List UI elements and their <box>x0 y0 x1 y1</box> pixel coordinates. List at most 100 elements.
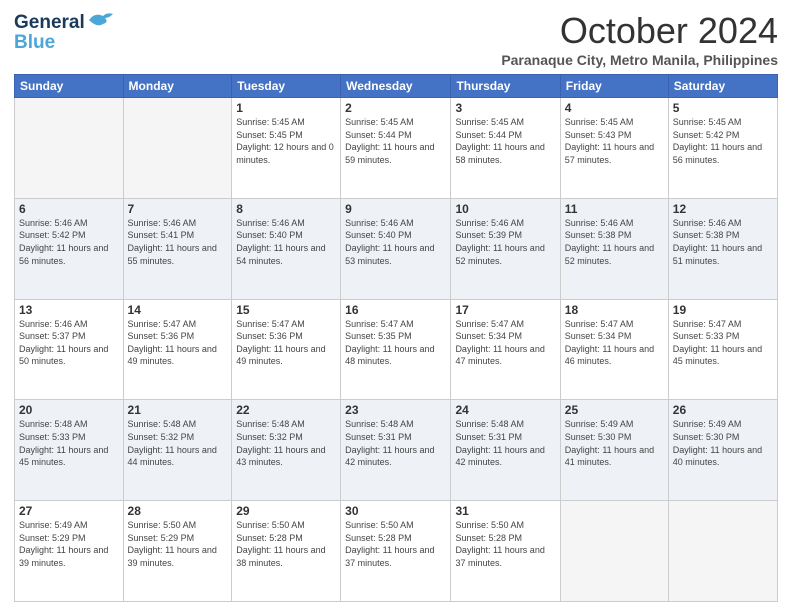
day-number: 27 <box>19 504 119 518</box>
calendar-cell: 16Sunrise: 5:47 AM Sunset: 5:35 PM Dayli… <box>341 299 451 400</box>
calendar-cell <box>560 501 668 602</box>
day-info: Sunrise: 5:50 AM Sunset: 5:28 PM Dayligh… <box>455 519 555 569</box>
day-info: Sunrise: 5:46 AM Sunset: 5:41 PM Dayligh… <box>128 217 228 267</box>
day-info: Sunrise: 5:47 AM Sunset: 5:34 PM Dayligh… <box>565 318 664 368</box>
calendar-cell: 26Sunrise: 5:49 AM Sunset: 5:30 PM Dayli… <box>668 400 777 501</box>
day-header-wednesday: Wednesday <box>341 75 451 98</box>
day-info: Sunrise: 5:46 AM Sunset: 5:38 PM Dayligh… <box>565 217 664 267</box>
calendar-week-row: 27Sunrise: 5:49 AM Sunset: 5:29 PM Dayli… <box>15 501 778 602</box>
calendar-week-row: 20Sunrise: 5:48 AM Sunset: 5:33 PM Dayli… <box>15 400 778 501</box>
calendar-cell: 8Sunrise: 5:46 AM Sunset: 5:40 PM Daylig… <box>232 198 341 299</box>
day-number: 16 <box>345 303 446 317</box>
calendar-week-row: 6Sunrise: 5:46 AM Sunset: 5:42 PM Daylig… <box>15 198 778 299</box>
calendar-cell: 30Sunrise: 5:50 AM Sunset: 5:28 PM Dayli… <box>341 501 451 602</box>
calendar-cell: 1Sunrise: 5:45 AM Sunset: 5:45 PM Daylig… <box>232 98 341 199</box>
day-info: Sunrise: 5:50 AM Sunset: 5:28 PM Dayligh… <box>236 519 336 569</box>
calendar-cell: 17Sunrise: 5:47 AM Sunset: 5:34 PM Dayli… <box>451 299 560 400</box>
day-header-thursday: Thursday <box>451 75 560 98</box>
calendar-cell <box>668 501 777 602</box>
page: General Blue October 2024 Paranaque City… <box>0 0 792 612</box>
header: General Blue October 2024 Paranaque City… <box>14 10 778 68</box>
calendar-cell: 20Sunrise: 5:48 AM Sunset: 5:33 PM Dayli… <box>15 400 124 501</box>
calendar-cell: 13Sunrise: 5:46 AM Sunset: 5:37 PM Dayli… <box>15 299 124 400</box>
day-header-sunday: Sunday <box>15 75 124 98</box>
day-info: Sunrise: 5:47 AM Sunset: 5:34 PM Dayligh… <box>455 318 555 368</box>
day-header-saturday: Saturday <box>668 75 777 98</box>
calendar-week-row: 13Sunrise: 5:46 AM Sunset: 5:37 PM Dayli… <box>15 299 778 400</box>
calendar-cell: 21Sunrise: 5:48 AM Sunset: 5:32 PM Dayli… <box>123 400 232 501</box>
calendar-cell: 5Sunrise: 5:45 AM Sunset: 5:42 PM Daylig… <box>668 98 777 199</box>
day-number: 24 <box>455 403 555 417</box>
day-info: Sunrise: 5:49 AM Sunset: 5:30 PM Dayligh… <box>565 418 664 468</box>
calendar-cell: 23Sunrise: 5:48 AM Sunset: 5:31 PM Dayli… <box>341 400 451 501</box>
day-info: Sunrise: 5:47 AM Sunset: 5:36 PM Dayligh… <box>128 318 228 368</box>
calendar-cell: 9Sunrise: 5:46 AM Sunset: 5:40 PM Daylig… <box>341 198 451 299</box>
calendar-cell: 28Sunrise: 5:50 AM Sunset: 5:29 PM Dayli… <box>123 501 232 602</box>
day-number: 13 <box>19 303 119 317</box>
day-number: 9 <box>345 202 446 216</box>
calendar-cell <box>15 98 124 199</box>
calendar-cell: 11Sunrise: 5:46 AM Sunset: 5:38 PM Dayli… <box>560 198 668 299</box>
calendar-cell: 12Sunrise: 5:46 AM Sunset: 5:38 PM Dayli… <box>668 198 777 299</box>
day-number: 12 <box>673 202 773 216</box>
day-number: 2 <box>345 101 446 115</box>
day-info: Sunrise: 5:49 AM Sunset: 5:30 PM Dayligh… <box>673 418 773 468</box>
calendar-cell: 25Sunrise: 5:49 AM Sunset: 5:30 PM Dayli… <box>560 400 668 501</box>
day-number: 19 <box>673 303 773 317</box>
day-info: Sunrise: 5:47 AM Sunset: 5:36 PM Dayligh… <box>236 318 336 368</box>
day-number: 31 <box>455 504 555 518</box>
logo: General Blue <box>14 10 115 54</box>
day-info: Sunrise: 5:45 AM Sunset: 5:42 PM Dayligh… <box>673 116 773 166</box>
calendar-cell: 7Sunrise: 5:46 AM Sunset: 5:41 PM Daylig… <box>123 198 232 299</box>
day-number: 22 <box>236 403 336 417</box>
day-number: 6 <box>19 202 119 216</box>
day-info: Sunrise: 5:46 AM Sunset: 5:37 PM Dayligh… <box>19 318 119 368</box>
day-info: Sunrise: 5:45 AM Sunset: 5:44 PM Dayligh… <box>345 116 446 166</box>
day-info: Sunrise: 5:45 AM Sunset: 5:43 PM Dayligh… <box>565 116 664 166</box>
calendar-week-row: 1Sunrise: 5:45 AM Sunset: 5:45 PM Daylig… <box>15 98 778 199</box>
day-info: Sunrise: 5:46 AM Sunset: 5:42 PM Dayligh… <box>19 217 119 267</box>
day-number: 8 <box>236 202 336 216</box>
day-info: Sunrise: 5:47 AM Sunset: 5:35 PM Dayligh… <box>345 318 446 368</box>
day-info: Sunrise: 5:46 AM Sunset: 5:38 PM Dayligh… <box>673 217 773 267</box>
day-info: Sunrise: 5:48 AM Sunset: 5:31 PM Dayligh… <box>345 418 446 468</box>
day-number: 14 <box>128 303 228 317</box>
day-number: 1 <box>236 101 336 115</box>
day-info: Sunrise: 5:48 AM Sunset: 5:33 PM Dayligh… <box>19 418 119 468</box>
day-number: 20 <box>19 403 119 417</box>
day-number: 18 <box>565 303 664 317</box>
day-header-monday: Monday <box>123 75 232 98</box>
calendar-cell: 31Sunrise: 5:50 AM Sunset: 5:28 PM Dayli… <box>451 501 560 602</box>
day-info: Sunrise: 5:45 AM Sunset: 5:44 PM Dayligh… <box>455 116 555 166</box>
calendar-cell: 19Sunrise: 5:47 AM Sunset: 5:33 PM Dayli… <box>668 299 777 400</box>
title-block: October 2024 Paranaque City, Metro Manil… <box>501 10 778 68</box>
day-number: 15 <box>236 303 336 317</box>
day-number: 7 <box>128 202 228 216</box>
day-info: Sunrise: 5:46 AM Sunset: 5:40 PM Dayligh… <box>236 217 336 267</box>
calendar-cell: 18Sunrise: 5:47 AM Sunset: 5:34 PM Dayli… <box>560 299 668 400</box>
calendar-cell: 3Sunrise: 5:45 AM Sunset: 5:44 PM Daylig… <box>451 98 560 199</box>
day-info: Sunrise: 5:49 AM Sunset: 5:29 PM Dayligh… <box>19 519 119 569</box>
day-number: 30 <box>345 504 446 518</box>
logo-general: General <box>14 12 85 34</box>
calendar-cell: 6Sunrise: 5:46 AM Sunset: 5:42 PM Daylig… <box>15 198 124 299</box>
day-info: Sunrise: 5:48 AM Sunset: 5:32 PM Dayligh… <box>128 418 228 468</box>
day-info: Sunrise: 5:48 AM Sunset: 5:31 PM Dayligh… <box>455 418 555 468</box>
day-number: 17 <box>455 303 555 317</box>
day-number: 25 <box>565 403 664 417</box>
location-title: Paranaque City, Metro Manila, Philippine… <box>501 52 778 68</box>
calendar-cell: 2Sunrise: 5:45 AM Sunset: 5:44 PM Daylig… <box>341 98 451 199</box>
day-info: Sunrise: 5:46 AM Sunset: 5:39 PM Dayligh… <box>455 217 555 267</box>
calendar-table: SundayMondayTuesdayWednesdayThursdayFrid… <box>14 74 778 602</box>
day-info: Sunrise: 5:48 AM Sunset: 5:32 PM Dayligh… <box>236 418 336 468</box>
calendar-cell: 10Sunrise: 5:46 AM Sunset: 5:39 PM Dayli… <box>451 198 560 299</box>
day-header-tuesday: Tuesday <box>232 75 341 98</box>
calendar-header-row: SundayMondayTuesdayWednesdayThursdayFrid… <box>15 75 778 98</box>
day-number: 29 <box>236 504 336 518</box>
calendar-cell: 22Sunrise: 5:48 AM Sunset: 5:32 PM Dayli… <box>232 400 341 501</box>
calendar-cell <box>123 98 232 199</box>
day-number: 26 <box>673 403 773 417</box>
day-info: Sunrise: 5:50 AM Sunset: 5:28 PM Dayligh… <box>345 519 446 569</box>
day-number: 4 <box>565 101 664 115</box>
day-number: 10 <box>455 202 555 216</box>
